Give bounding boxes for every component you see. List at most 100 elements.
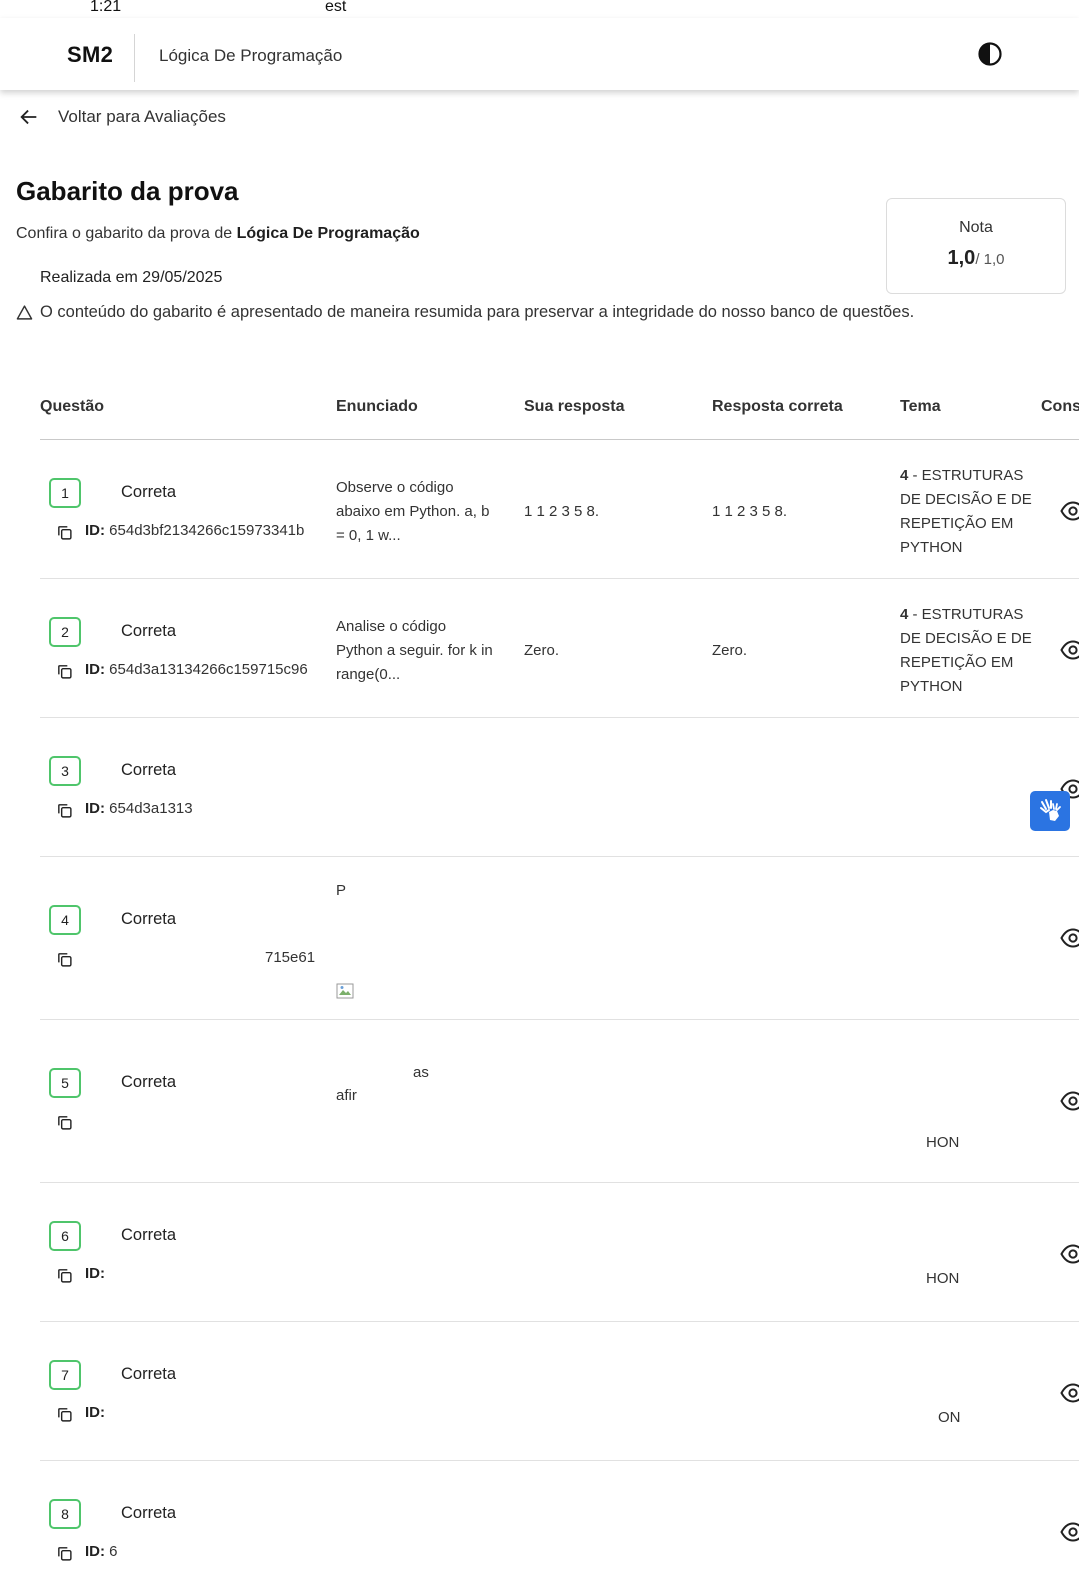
table-row: 6 Correta ID: HON — [40, 1183, 1079, 1322]
theme-line: PYTHON — [900, 678, 963, 695]
question-status: Correta — [121, 1365, 177, 1383]
column-header-theme: Tema — [900, 398, 941, 415]
copy-icon[interactable] — [56, 1406, 73, 1423]
sign-language-hands-icon — [1040, 799, 1061, 821]
copy-icon[interactable] — [56, 1114, 73, 1131]
question-id-fragment: 715e61 — [265, 949, 316, 966]
copy-icon[interactable] — [56, 951, 73, 968]
subtitle-course: Lógica De Programação — [236, 225, 420, 242]
subtitle-prefix: Confira o gabarito da prova de — [16, 225, 237, 242]
question-number-badge: 6 — [49, 1221, 81, 1251]
question-status: Correta — [121, 761, 177, 779]
id-label: ID: — [85, 661, 105, 678]
warning-triangle-icon — [16, 305, 33, 320]
theme-line: REPETIÇÃO EM — [900, 515, 1014, 532]
back-to-evaluations-link[interactable]: Voltar para Avaliações — [18, 106, 226, 128]
arrow-left-icon — [20, 109, 37, 125]
column-header-correct-answer: Resposta correta — [712, 398, 843, 415]
theme-number: 4 — [900, 467, 909, 484]
theme-line: DE DECISÃO E DE — [900, 630, 1032, 647]
your-answer-cell: Zero. — [524, 642, 560, 659]
theme-cell: 4 - ESTRUTURAS DE DECISÃO E DE REPETIÇÃO… — [900, 603, 1040, 699]
id-label: ID: — [85, 1265, 105, 1282]
status-carrier: est — [325, 0, 347, 15]
table-row: 1 Correta ID: 654d3bf2134266c15973341b O… — [40, 440, 1079, 579]
back-label: Voltar para Avaliações — [58, 107, 226, 126]
column-header-question: Questão — [40, 398, 105, 415]
copy-icon[interactable] — [56, 524, 73, 541]
id-label: ID: — [85, 800, 105, 817]
statement-line: Observe o código — [336, 479, 454, 496]
theme-line: PYTHON — [900, 539, 963, 556]
question-number-badge: 5 — [49, 1068, 81, 1098]
id-label: ID: — [85, 522, 105, 539]
id-label: ID: — [85, 1404, 105, 1421]
theme-line: DE DECISÃO E DE — [900, 491, 1032, 508]
question-id: ID: 654d3a13134266c159715c96 — [85, 661, 308, 678]
eye-icon[interactable] — [1060, 928, 1079, 948]
copy-icon[interactable] — [56, 663, 73, 680]
grade-score: 1,0 — [947, 247, 976, 269]
id-value: 654d3bf2134266c15973341b — [109, 522, 305, 539]
question-number-badge: 7 — [49, 1360, 81, 1390]
statement-line: = 0, 1 w... — [336, 527, 401, 544]
page-title: Gabarito da prova — [16, 176, 239, 206]
eye-icon[interactable] — [1060, 1522, 1079, 1542]
table-row: 4 Correta 715e61 P — [40, 857, 1079, 1020]
copy-icon[interactable] — [56, 802, 73, 819]
eye-icon[interactable] — [1060, 501, 1079, 521]
grade-value: 1,0/ 1,0 — [887, 247, 1065, 270]
question-status: Correta — [121, 1073, 177, 1091]
table-row: 2 Correta ID: 654d3a13134266c159715c96 A… — [40, 579, 1079, 718]
topbar-divider — [134, 34, 135, 82]
statement-cell: Analise o código Python a seguir. for k … — [336, 615, 518, 687]
subtitle: Confira o gabarito da prova de Lógica De… — [16, 225, 420, 243]
id-label: ID: — [85, 1543, 105, 1560]
eye-icon[interactable] — [1060, 1244, 1079, 1264]
table-row: 7 Correta ID: ON — [40, 1322, 1079, 1461]
eye-icon[interactable] — [1060, 640, 1079, 660]
question-number-badge: 1 — [49, 478, 81, 508]
table-row: 3 Correta ID: 654d3a1313 — [40, 718, 1079, 857]
table-row: 8 Correta ID: 6 — [40, 1461, 1079, 1596]
question-number-badge: 4 — [49, 905, 81, 935]
top-bar: SM2 Lógica De Programação — [0, 18, 1079, 90]
statement-line: range(0... — [336, 666, 401, 683]
statement-line: abaixo em Python. a, b — [336, 503, 490, 520]
theme-line: - ESTRUTURAS — [912, 467, 1024, 484]
grade-label: Nota — [959, 219, 993, 236]
question-id: ID: — [85, 1404, 105, 1421]
question-id: ID: — [85, 1265, 105, 1282]
broken-image-icon — [336, 983, 354, 999]
course-title: Lógica De Programação — [159, 46, 343, 65]
logo[interactable]: SM2 — [67, 42, 113, 68]
eye-icon[interactable] — [1060, 1091, 1079, 1111]
grade-card: Nota 1,0/ 1,0 — [886, 198, 1066, 294]
theme-cell: 4 - ESTRUTURAS DE DECISÃO E DE REPETIÇÃO… — [900, 464, 1040, 560]
copy-icon[interactable] — [56, 1267, 73, 1284]
correct-answer-cell: 1 1 2 3 5 8. — [712, 503, 788, 520]
statement-fragment: afir — [336, 1087, 357, 1104]
eye-icon[interactable] — [1060, 1383, 1079, 1403]
question-id: ID: 654d3a1313 — [85, 800, 193, 817]
theme-fragment: ON — [938, 1409, 961, 1426]
question-status: Correta — [121, 1226, 177, 1244]
integrity-notice: O conteúdo do gabarito é apresentado de … — [16, 303, 914, 322]
question-status: Correta — [121, 910, 177, 928]
table-row: 5 Correta as afir HON — [40, 1020, 1079, 1183]
id-value: 6 — [109, 1543, 118, 1560]
question-number-badge: 8 — [49, 1499, 81, 1529]
column-header-your-answer: Sua resposta — [524, 398, 625, 415]
contrast-icon[interactable] — [978, 42, 1002, 66]
question-number-badge: 2 — [49, 617, 81, 647]
question-id: ID: 6 — [85, 1543, 118, 1560]
theme-fragment: HON — [926, 1270, 960, 1287]
correct-answer-cell: Zero. — [712, 642, 748, 659]
theme-line: - ESTRUTURAS — [912, 606, 1024, 623]
statement-line: Analise o código — [336, 618, 447, 635]
sign-language-button[interactable] — [1030, 791, 1070, 831]
question-status: Correta — [121, 483, 177, 501]
statement-fragment: as — [413, 1064, 429, 1081]
copy-icon[interactable] — [56, 1545, 73, 1562]
question-status: Correta — [121, 622, 177, 640]
